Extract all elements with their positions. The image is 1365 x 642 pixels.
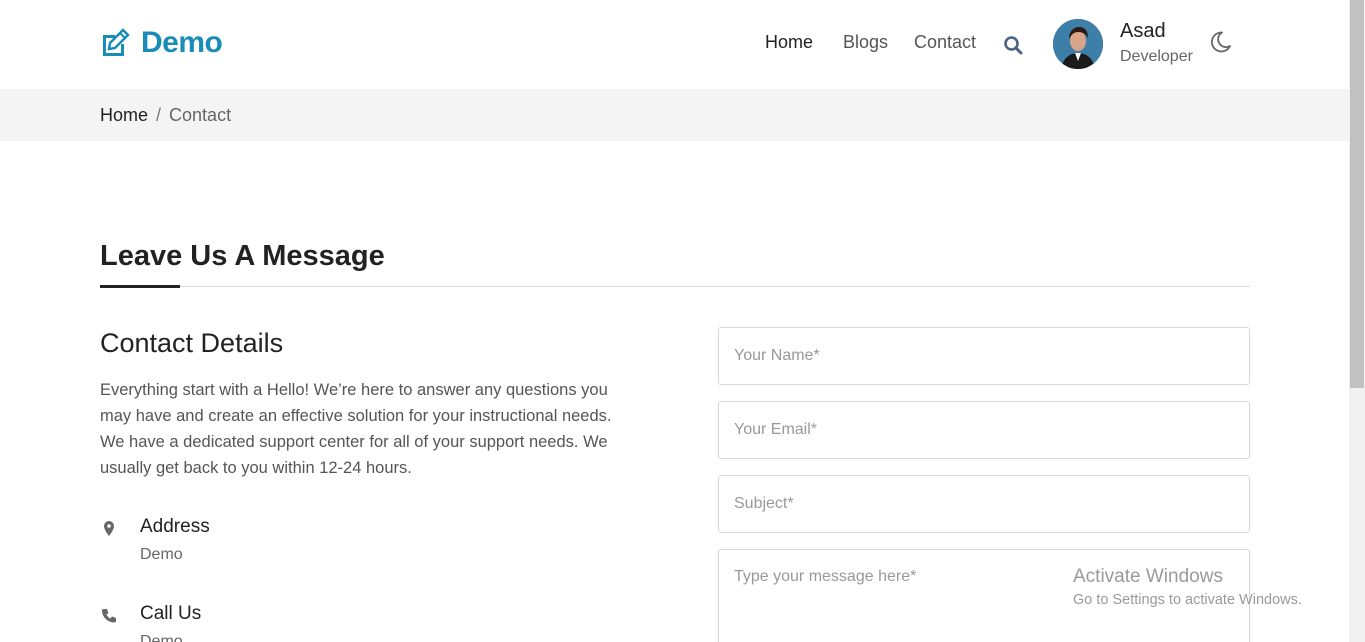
edit-icon [103,28,130,56]
scrollbar-thumb[interactable] [1350,0,1364,388]
address-label: Address [140,516,210,537]
user-role: Developer [1120,48,1193,65]
search-icon[interactable] [1003,35,1023,55]
title-accent [100,285,180,288]
contact-details-title: Contact Details [100,328,284,358]
nav-home[interactable]: Home [765,32,813,53]
avatar[interactable] [1053,19,1103,69]
call-value: Demo [140,633,183,642]
subject-field[interactable] [718,475,1250,533]
phone-icon [102,609,116,623]
brand-name: Demo [141,26,223,59]
message-field[interactable] [718,549,1250,642]
nav-blogs[interactable]: Blogs [843,32,888,53]
user-photo [1053,19,1103,69]
contact-details-text: Everything start with a Hello! We’re her… [100,381,612,477]
brand-logo[interactable]: Demo [99,26,223,60]
user-name: Asad [1120,20,1166,42]
title-divider [100,286,1250,287]
nav-contact[interactable]: Contact [914,32,976,53]
breadcrumb-bar: Home / Contact [0,89,1349,141]
name-field[interactable] [718,327,1250,385]
map-marker-icon [104,521,114,536]
breadcrumb-current: Contact [169,105,232,125]
site-header: Demo Home Blogs Contact Asad Developer [0,0,1349,89]
breadcrumb-home[interactable]: Home [100,105,148,126]
email-field[interactable] [718,401,1250,459]
breadcrumb: Home / Contact [100,105,231,126]
call-label: Call Us [140,603,202,624]
address-value: Demo [140,546,183,563]
section-title: Leave Us A Message [100,240,385,272]
breadcrumb-separator: / [156,105,162,125]
moon-icon[interactable] [1208,30,1232,54]
